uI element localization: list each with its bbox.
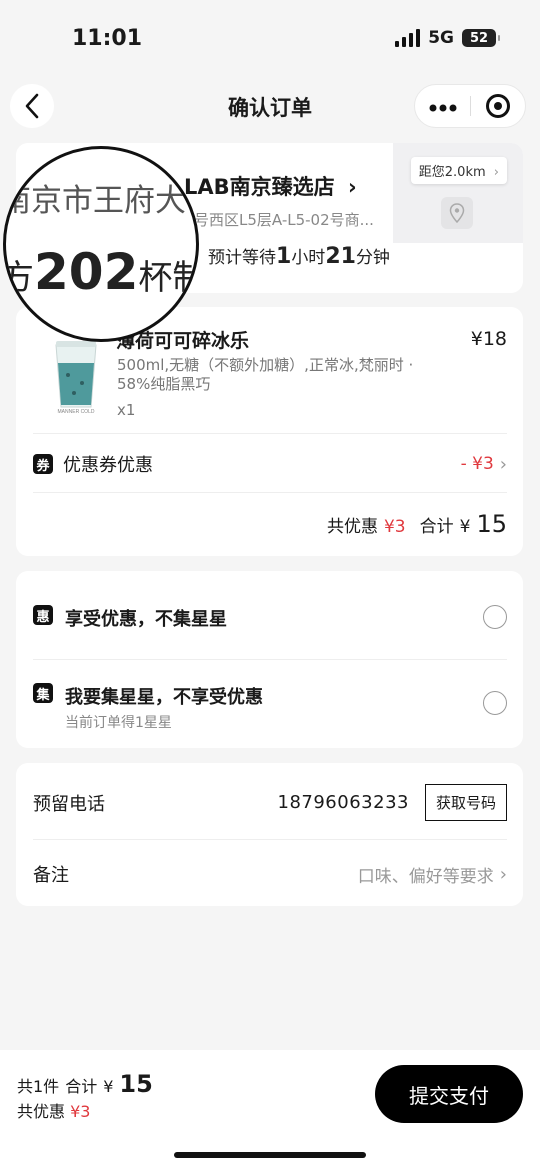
nav-bar: 确认订单 — [0, 80, 540, 132]
option-discount-title: 享受优惠，不集星星 — [65, 609, 227, 630]
coupon-label: 优惠券优惠 — [63, 455, 153, 476]
wait-minutes-unit: 分钟 — [355, 248, 390, 268]
option-stars-subtitle: 当前订单得1星星 — [65, 715, 172, 731]
divider — [33, 433, 507, 434]
total-label: 合计 — [419, 517, 454, 537]
map-pin-icon — [441, 197, 473, 229]
coupon-icon: 券 — [33, 454, 53, 474]
wait-minutes: 21 — [325, 244, 356, 269]
option-stars-title: 我要集星星，不享受优惠 — [65, 687, 263, 708]
bottom-discount-label: 共优惠 — [17, 1102, 66, 1121]
order-total: 共优惠 ¥3 合计 ¥ 15 — [327, 510, 507, 538]
bottom-total-amount: 15 — [119, 1070, 153, 1098]
product-options: 500ml,无糖（不额外加糖）,正常冰,梵丽时 · 58%纯脂黑巧 — [117, 356, 414, 393]
distance-badge: 距您2.0km › — [410, 157, 507, 184]
reward-option-card: 惠 享受优惠，不集星星 集 我要集星星，不享受优惠 当前订单得1星星 — [16, 571, 523, 748]
wait-time: 预计等待1小时21分钟 — [208, 243, 390, 269]
discount-amount: ¥3 — [383, 517, 406, 537]
option-discount[interactable]: 惠 享受优惠，不集星星 — [33, 605, 507, 631]
store-map[interactable]: 距您2.0km › — [393, 143, 523, 243]
product-image-text: MANNER COLD — [58, 409, 95, 415]
chevron-right-icon: › — [347, 175, 357, 199]
close-program-button[interactable] — [471, 94, 525, 118]
target-icon — [485, 94, 510, 118]
divider — [33, 492, 507, 493]
contact-card: 预留电话 18796063233 获取号码 备注 口味、偏好等要求 › — [16, 763, 523, 906]
network-type: 5G — [428, 28, 454, 48]
product-card: MANNER COLD 薄荷可可碎冰乐 ¥18 500ml,无糖（不额外加糖）,… — [16, 307, 523, 556]
divider — [33, 659, 507, 660]
magnifier-overlay: 南京市王府大 方202杯制 — [3, 146, 199, 342]
remark-placeholder: 口味、偏好等要求 — [357, 866, 494, 887]
magnified-suffix: 杯制 — [138, 258, 196, 298]
total-amount: 15 — [476, 510, 507, 538]
submit-payment-button[interactable]: 提交支付 — [375, 1065, 523, 1123]
status-time: 11:01 — [72, 26, 143, 51]
bottom-discount-amount: ¥3 — [70, 1102, 91, 1121]
total-currency: ¥ — [459, 517, 471, 537]
store-address: 号西区L5层A-L5-02号商... — [194, 211, 374, 229]
discount-label: 共优惠 — [326, 517, 378, 537]
remark-label: 备注 — [33, 865, 69, 886]
chevron-right-icon: › — [499, 863, 507, 885]
coupon-value: - ¥3 — [460, 454, 494, 474]
product-quantity: x1 — [117, 401, 136, 419]
magnified-prefix: 方 — [3, 258, 34, 298]
store-name-text: LAB南京臻选店 — [184, 175, 335, 199]
product-price: ¥18 — [470, 328, 507, 350]
bottom-total-label: 合计 — [65, 1077, 98, 1096]
get-number-button[interactable]: 获取号码 — [424, 784, 507, 821]
bottom-total: 共1件 合计 ¥ 15 — [17, 1070, 153, 1098]
status-indicators: 5G 52 — [395, 28, 500, 48]
battery-icon: 52 — [462, 29, 500, 47]
chevron-right-icon: › — [499, 453, 507, 475]
store-name[interactable]: LAB南京臻选店 › — [184, 171, 357, 201]
item-count: 共1件 — [17, 1077, 60, 1096]
phone-number[interactable]: 18796063233 — [278, 792, 409, 813]
phone-label: 预留电话 — [33, 793, 105, 815]
magnified-queue: 方202杯制 — [3, 243, 196, 301]
bottom-discount: 共优惠 ¥3 — [17, 1098, 90, 1122]
battery-level: 52 — [469, 30, 489, 46]
chevron-right-icon: › — [493, 165, 499, 180]
home-indicator[interactable] — [174, 1152, 366, 1158]
magnified-address: 南京市王府大 — [3, 183, 186, 219]
signal-icon — [395, 29, 421, 47]
wait-hours-unit: 小时 — [291, 248, 326, 268]
option-discount-radio[interactable] — [483, 605, 507, 629]
discount-tag-icon: 惠 — [33, 605, 53, 625]
option-stars-radio[interactable] — [483, 691, 507, 715]
phone-row: 预留电话 18796063233 获取号码 — [33, 784, 507, 821]
coupon-row[interactable]: 券 优惠券优惠 - ¥3 › — [33, 452, 507, 476]
bottom-currency: ¥ — [103, 1077, 114, 1096]
stars-tag-icon: 集 — [33, 683, 53, 703]
wait-prefix: 预计等待 — [208, 248, 276, 268]
status-bar: 11:01 5G 52 — [0, 0, 540, 80]
divider — [33, 839, 507, 840]
magnified-cup-count: 202 — [34, 243, 139, 301]
distance-text: 距您2.0km — [418, 165, 486, 180]
remark-row[interactable]: 备注 口味、偏好等要求 › — [33, 861, 507, 887]
wait-hours: 1 — [276, 244, 292, 269]
mini-program-capsule — [414, 84, 526, 128]
more-button[interactable] — [415, 96, 470, 116]
option-stars[interactable]: 集 我要集星星，不享受优惠 当前订单得1星星 — [33, 683, 507, 732]
more-icon — [429, 104, 456, 112]
product-image: MANNER COLD — [46, 333, 106, 415]
